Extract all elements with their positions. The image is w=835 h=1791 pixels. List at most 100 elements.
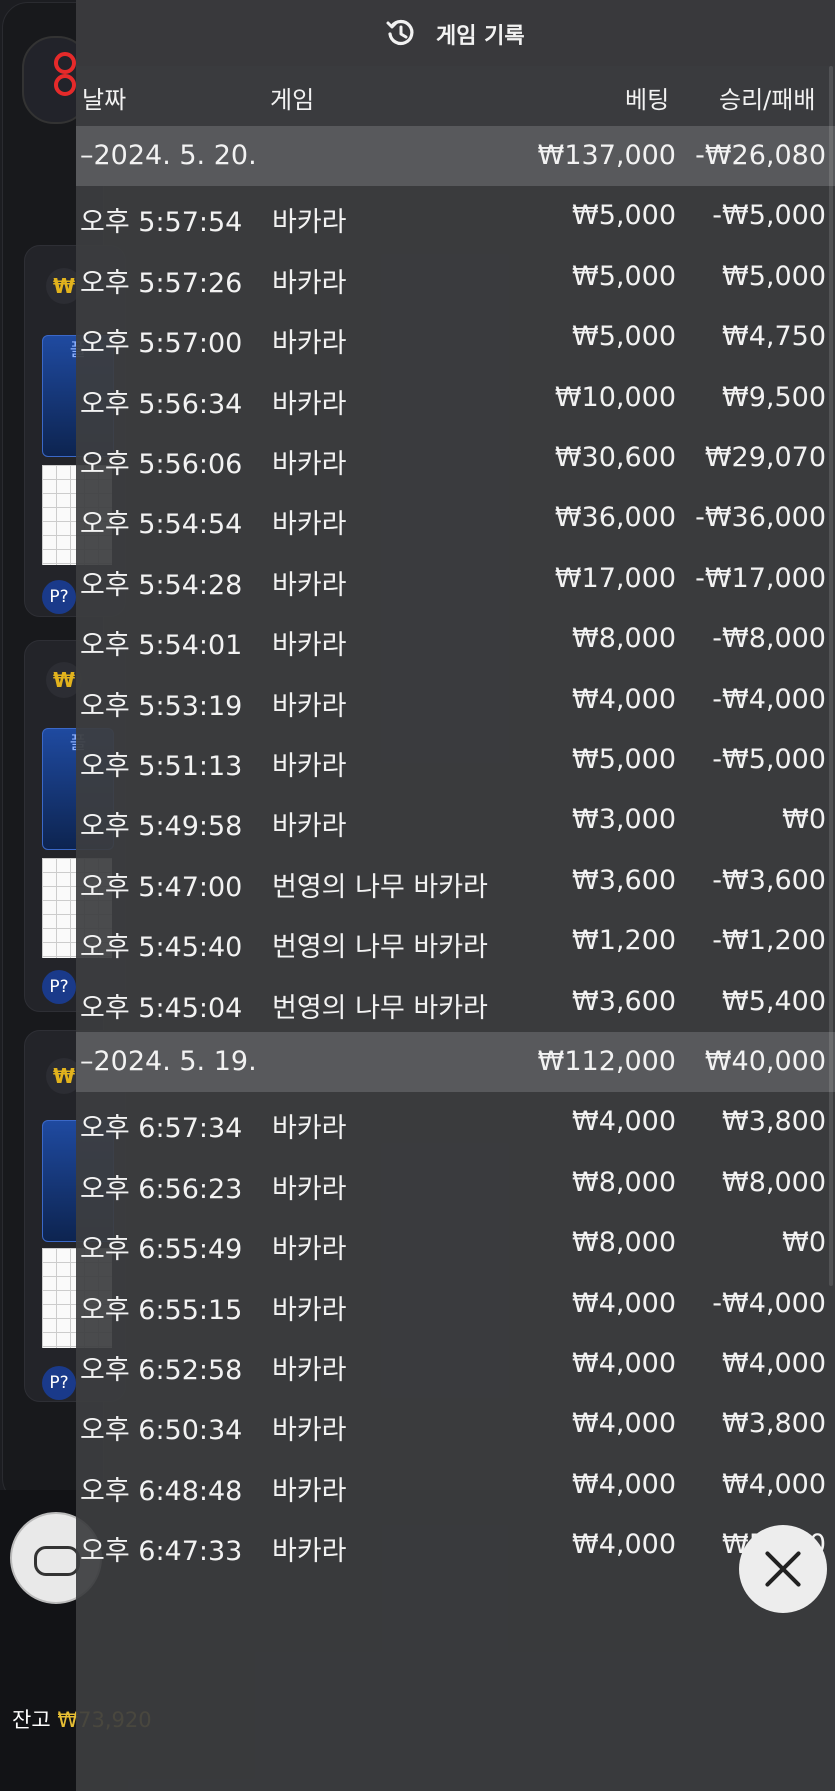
row-bet: ₩4,000 [572,1529,676,1561]
row-result: ₩3,800 [722,1408,826,1440]
row-game: 번영의 나무 바카라 [272,932,488,964]
row-game: 바카라 [272,1355,347,1386]
row-result: ₩3,800 [722,1106,826,1138]
game-history-panel: 게임 기록 날짜 게임 베팅 승리/패배 –2024. 5. 20. ₩137,0… [76,0,835,1791]
row-game: 바카라 [272,267,347,299]
row-result: -₩1,200 [712,925,826,957]
row-result: -₩3,600 [712,864,826,896]
row-time: 오후 6:52:58 [80,1355,243,1386]
row-bet: ₩3,600 [572,864,676,896]
row-time: 오후 5:45:40 [80,932,243,964]
row-bet: ₩4,000 [572,1468,676,1500]
group-bet-total: ₩112,000 [537,1046,676,1077]
row-game: 바카라 [272,1234,347,1266]
row-time: 오후 5:45:04 [80,992,243,1024]
row-game: 바카라 [272,811,347,843]
row-bet: ₩4,000 [572,1348,676,1379]
row-time: 오후 6:47:33 [80,1536,243,1568]
row-bet: ₩5,000 [572,260,676,292]
row-result: ₩5,400 [722,985,826,1017]
row-time: 오후 6:50:34 [80,1415,243,1447]
group-bet-total: ₩137,000 [537,140,676,171]
row-time: 오후 5:57:00 [80,328,243,360]
balance-label: 잔고 [12,1708,51,1732]
row-time: 오후 5:53:19 [80,690,243,722]
row-time: 오후 5:54:54 [80,509,243,541]
row-game: 바카라 [272,569,347,601]
row-bet: ₩8,000 [572,1227,676,1259]
row-game: 바카라 [272,207,347,239]
row-time: 오후 5:51:13 [80,751,243,782]
row-game: 바카라 [272,1536,347,1568]
panel-header: 게임 기록 [76,0,835,66]
row-bet: ₩10,000 [554,381,676,413]
row-bet: ₩3,600 [572,985,676,1017]
row-time: 오후 5:56:06 [80,449,243,480]
row-result: -₩36,000 [695,502,826,534]
logo-mark-icon [54,74,76,96]
row-time: 오후 5:57:54 [80,207,243,239]
row-bet: ₩17,000 [554,562,676,594]
column-date: 날짜 [82,86,127,114]
column-bet: 베팅 [625,86,670,114]
row-bet: ₩5,000 [572,744,676,775]
row-game: 바카라 [272,1113,347,1145]
row-time: 오후 5:57:26 [80,267,243,299]
player-badge[interactable]: P? [42,1366,76,1400]
player-badge[interactable]: P? [42,580,76,614]
row-game: 바카라 [272,1294,347,1326]
row-game: 바카라 [272,1415,347,1447]
close-button[interactable] [739,1525,827,1613]
row-time: 오후 6:48:48 [80,1475,243,1507]
scrollbar[interactable] [829,66,833,1286]
player-badge[interactable]: P? [42,970,76,1004]
row-bet: ₩1,200 [572,925,676,957]
row-time: 오후 5:56:34 [80,388,243,420]
row-result: ₩0 [782,804,826,836]
row-result: -₩4,000 [712,1287,826,1319]
row-bet: ₩36,000 [554,502,676,534]
row-time: 오후 6:55:49 [80,1234,243,1266]
row-bet: ₩3,000 [572,804,676,836]
row-time: 오후 5:49:58 [80,811,243,843]
row-game: 바카라 [272,328,347,360]
row-game: 바카라 [272,690,347,722]
row-game: 바카라 [272,449,347,480]
row-bet: ₩4,000 [572,1287,676,1319]
group-date: –2024. 5. 19. [80,1046,257,1077]
panel-title: 게임 기록 [436,24,525,49]
row-result: -₩17,000 [695,562,826,594]
row-game: 번영의 나무 바카라 [272,871,488,903]
row-game: 바카라 [272,509,347,541]
row-bet: ₩5,000 [572,321,676,353]
row-game: 바카라 [272,630,347,662]
row-game: 바카라 [272,751,347,782]
row-bet: ₩4,000 [572,1408,676,1440]
row-time: 오후 6:57:34 [80,1113,243,1145]
row-bet: ₩5,000 [572,200,676,232]
row-result: ₩4,750 [722,321,826,353]
row-game: 바카라 [272,1173,347,1205]
row-bet: ₩8,000 [572,1166,676,1198]
row-time: 오후 5:54:28 [80,569,243,601]
row-bet: ₩4,000 [572,1106,676,1138]
row-time: 오후 5:54:01 [80,630,243,662]
row-result: ₩29,070 [704,442,826,473]
row-result: ₩4,000 [722,1348,826,1379]
group-date: –2024. 5. 20. [80,140,257,171]
logo-mark-icon [54,52,76,74]
row-game: 바카라 [272,1475,347,1507]
row-time: 오후 5:47:00 [80,871,243,903]
row-result: ₩5,000 [722,260,826,292]
row-result: ₩9,500 [722,381,826,413]
row-bet: ₩4,000 [572,683,676,715]
row-bet: ₩8,000 [572,623,676,655]
row-result: -₩5,000 [712,744,826,775]
row-result: ₩0 [782,1227,826,1259]
row-game: 바카라 [272,388,347,420]
column-game: 게임 [270,86,315,114]
row-time: 오후 6:56:23 [80,1173,243,1205]
row-game: 번영의 나무 바카라 [272,992,488,1024]
group-result-total: -₩26,080 [695,140,826,171]
column-result: 승리/패배 [719,86,816,114]
